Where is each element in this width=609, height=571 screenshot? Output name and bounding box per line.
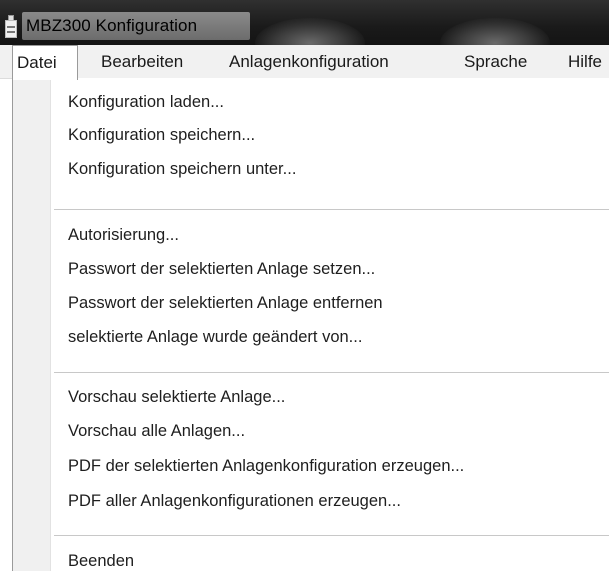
menu-item-vorschau-selektierte-anlage[interactable]: Vorschau selektierte Anlage... [68, 382, 285, 412]
menu-item-pdf-aller-anlagenkonfigurationen[interactable]: PDF aller Anlagenkonfigurationen erzeuge… [68, 486, 401, 516]
menu-item-beenden[interactable]: Beenden [68, 546, 134, 571]
title-bar-glow [440, 18, 550, 45]
menu-item-konfiguration-speichern[interactable]: Konfiguration speichern... [68, 120, 255, 150]
datei-dropdown-menu: Konfiguration laden... Konfiguration spe… [12, 78, 609, 571]
menu-bar: Datei Bearbeiten Anlagenkonfiguration Sp… [0, 45, 609, 80]
menu-datei[interactable]: Datei [12, 45, 78, 80]
menu-item-passwort-entfernen[interactable]: Passwort der selektierten Anlage entfern… [68, 288, 383, 318]
menu-separator [54, 535, 609, 537]
menu-item-anlage-geaendert-von[interactable]: selektierte Anlage wurde geändert von... [68, 322, 362, 352]
menu-icon-gutter [13, 78, 51, 571]
menu-separator [54, 372, 609, 374]
title-bar-glow [255, 18, 365, 45]
menu-bearbeiten[interactable]: Bearbeiten [101, 45, 183, 79]
title-bar[interactable]: MBZ300 Konfiguration [0, 0, 609, 45]
menu-item-autorisierung[interactable]: Autorisierung... [68, 220, 179, 250]
window-title: MBZ300 Konfiguration [26, 16, 198, 35]
menu-item-passwort-setzen[interactable]: Passwort der selektierten Anlage setzen.… [68, 254, 375, 284]
menu-sprache[interactable]: Sprache [464, 45, 527, 79]
menu-hilfe[interactable]: Hilfe [568, 45, 602, 79]
app-icon[interactable] [4, 14, 18, 40]
menu-item-konfiguration-laden[interactable]: Konfiguration laden... [68, 87, 224, 117]
menu-separator [54, 209, 609, 211]
menu-item-konfiguration-speichern-unter[interactable]: Konfiguration speichern unter... [68, 154, 296, 184]
menu-item-pdf-selektierte-anlagenkonfiguration[interactable]: PDF der selektierten Anlagenkonfiguratio… [68, 451, 464, 481]
menu-item-vorschau-alle-anlagen[interactable]: Vorschau alle Anlagen... [68, 416, 245, 446]
menu-anlagenkonfiguration[interactable]: Anlagenkonfiguration [229, 45, 389, 79]
